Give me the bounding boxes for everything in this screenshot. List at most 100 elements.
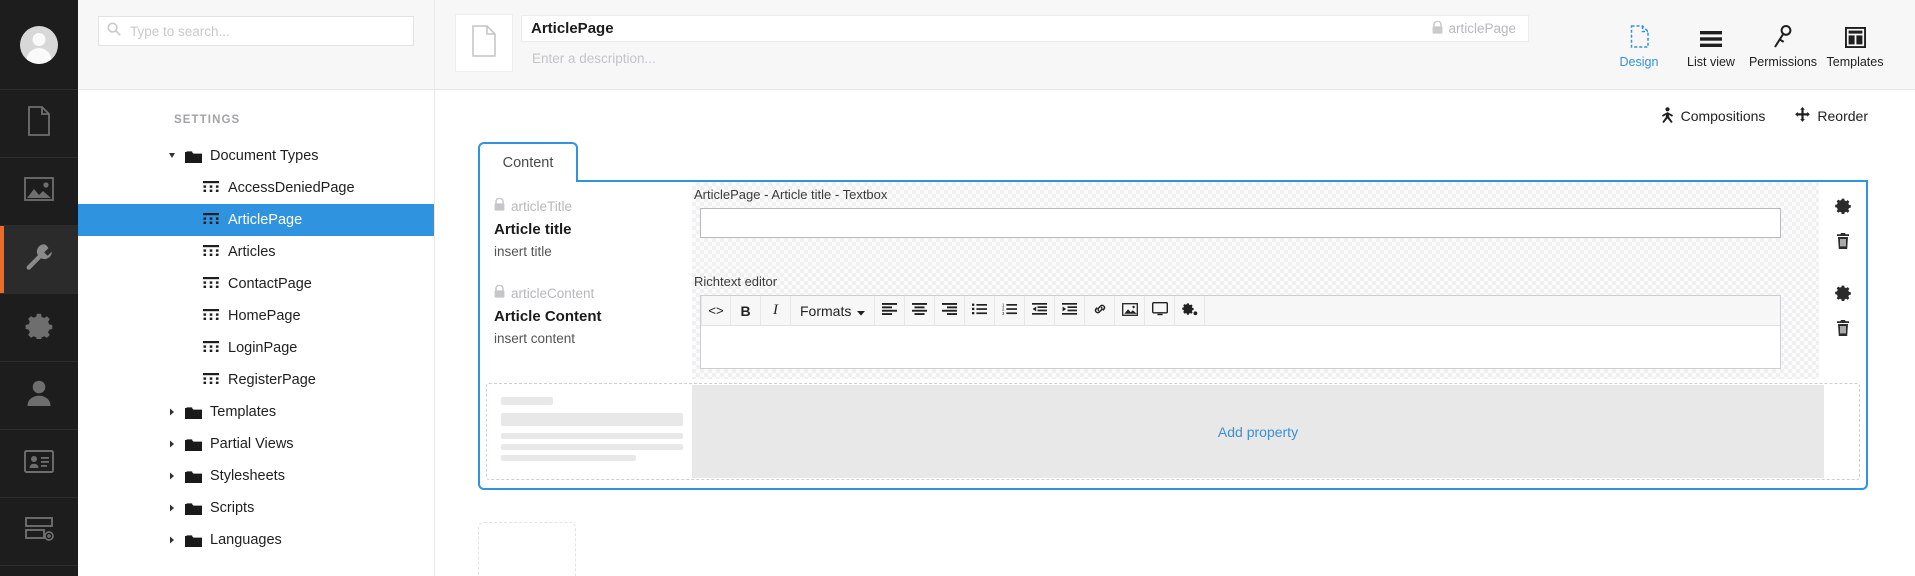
tree-item-loginpage[interactable]: LoginPage — [78, 332, 434, 364]
tree-item-registerpage[interactable]: RegisterPage — [78, 364, 434, 396]
tree-item-scripts[interactable]: Scripts — [78, 492, 434, 524]
settings-gear-icon[interactable] — [1834, 198, 1851, 219]
numbered-list-button[interactable]: 123 — [995, 295, 1026, 326]
document-outline-icon — [471, 24, 497, 62]
embed-button[interactable] — [1145, 295, 1176, 326]
chevron-right-icon[interactable] — [164, 408, 180, 416]
rail-item-forms[interactable] — [0, 498, 78, 566]
compositions-icon — [1661, 106, 1674, 126]
delete-trash-icon[interactable] — [1836, 233, 1850, 254]
tree-item-stylesheets[interactable]: Stylesheets — [78, 460, 434, 492]
property-meta[interactable]: articleTitle Article title insert title — [480, 182, 692, 269]
tab-permissions[interactable]: Permissions — [1747, 16, 1819, 69]
align-center-icon — [912, 303, 928, 318]
tab-list-view-label: List view — [1687, 55, 1735, 69]
italic-button[interactable]: I — [761, 295, 791, 326]
align-right-button[interactable] — [935, 295, 966, 326]
doctype-name-column: articlePage — [521, 12, 1603, 68]
bullet-list-button[interactable] — [965, 295, 996, 326]
skeleton-bar — [501, 433, 683, 439]
property-meta[interactable]: articleContent Article Content insert co… — [480, 269, 692, 379]
add-tab-placeholder[interactable] — [478, 522, 576, 576]
tree-item-accessdeniedpage[interactable]: AccessDeniedPage — [78, 172, 434, 204]
doctype-icon — [198, 213, 224, 227]
template-layout-icon — [1844, 24, 1866, 48]
add-property-row[interactable]: Add property — [486, 383, 1860, 480]
outdent-button[interactable] — [1025, 295, 1056, 326]
macro-button[interactable] — [1175, 295, 1206, 326]
doctype-icon-picker[interactable] — [455, 14, 513, 72]
bullet-list-icon — [972, 303, 988, 318]
add-property-link[interactable]: Add property — [1218, 424, 1298, 440]
property-editor-preview: Richtext editor <> B I Formats 1 2 3 — [692, 269, 1819, 379]
richtext-toolbar: <> B I Formats 1 2 3 — [701, 295, 1780, 326]
tree-item-homepage[interactable]: HomePage — [78, 300, 434, 332]
rail-item-content[interactable] — [0, 90, 78, 158]
property-name: Article Content — [494, 308, 602, 325]
tree-item-label: HomePage — [228, 308, 301, 324]
search-input[interactable] — [128, 22, 405, 40]
tab-templates[interactable]: Templates — [1819, 16, 1891, 69]
bold-button[interactable]: B — [731, 295, 761, 326]
tree-item-label: Scripts — [210, 500, 255, 516]
property-row: articleTitle Article title insert title … — [480, 182, 1866, 269]
richtext-editor: <> B I Formats 1 2 3 — [700, 295, 1781, 369]
tree-item-label: Languages — [210, 532, 282, 548]
source-code-button[interactable]: <> — [701, 295, 731, 326]
tab-design[interactable]: Design — [1603, 16, 1675, 69]
rail-item-settings[interactable] — [0, 226, 78, 294]
folder-icon — [180, 502, 206, 515]
rail-item-media[interactable] — [0, 158, 78, 226]
tree-item-partial-views[interactable]: Partial Views — [78, 428, 434, 460]
align-center-button[interactable] — [905, 295, 936, 326]
add-property-target[interactable]: Add property — [692, 385, 1824, 478]
reorder-label: Reorder — [1817, 108, 1868, 124]
folder-icon — [180, 406, 206, 419]
reorder-button[interactable]: Reorder — [1795, 107, 1868, 125]
tree-item-label: LoginPage — [228, 340, 298, 356]
doctype-icon — [198, 373, 224, 387]
tab-list-view[interactable]: List view — [1675, 16, 1747, 69]
skeleton-bar — [501, 455, 636, 461]
tree-search-area — [78, 0, 434, 90]
chevron-down-icon[interactable] — [164, 152, 180, 160]
tree-item-label: Document Types — [210, 148, 319, 164]
tree-item-contactpage[interactable]: ContactPage — [78, 268, 434, 300]
rail-item-members[interactable] — [0, 430, 78, 498]
tree-item-languages[interactable]: Languages — [78, 524, 434, 556]
link-button[interactable] — [1085, 295, 1116, 326]
property-name: Article title — [494, 221, 572, 238]
key-icon — [1773, 24, 1793, 48]
richtext-body[interactable] — [701, 326, 1780, 368]
avatar[interactable] — [0, 0, 78, 90]
delete-trash-icon[interactable] — [1836, 320, 1850, 341]
tab-content[interactable]: Content — [478, 142, 578, 182]
indent-button[interactable] — [1055, 295, 1086, 326]
tree-item-templates[interactable]: Templates — [78, 396, 434, 428]
tree-item-document-types[interactable]: Document Types — [78, 140, 434, 172]
insert-image-button[interactable] — [1115, 295, 1146, 326]
chevron-right-icon[interactable] — [164, 536, 180, 544]
tree-body: SETTINGS Document Types AccessDeniedPage — [78, 90, 434, 576]
property-editor-label: ArticlePage - Article title - Textbox — [694, 187, 888, 202]
search-box[interactable] — [98, 16, 414, 46]
rail-item-users[interactable] — [0, 362, 78, 430]
tree-item-articles[interactable]: Articles — [78, 236, 434, 268]
doctype-name-input[interactable] — [522, 16, 1423, 41]
compositions-button[interactable]: Compositions — [1661, 106, 1765, 126]
align-left-button[interactable] — [875, 295, 906, 326]
tree-item-articlepage[interactable]: ArticlePage — [78, 204, 434, 236]
chevron-right-icon[interactable] — [164, 440, 180, 448]
formats-dropdown[interactable]: Formats — [791, 295, 876, 326]
textbox-preview-input[interactable] — [700, 208, 1781, 238]
tree-item-label: Partial Views — [210, 436, 294, 452]
chevron-right-icon[interactable] — [164, 504, 180, 512]
rail-item-developer[interactable] — [0, 294, 78, 362]
user-avatar-icon — [20, 25, 58, 64]
italic-glyph: I — [773, 302, 778, 318]
chevron-right-icon[interactable] — [164, 472, 180, 480]
doctype-description-input[interactable] — [530, 50, 970, 67]
tab-permissions-label: Permissions — [1748, 55, 1818, 69]
doctype-alias-badge[interactable]: articlePage — [1422, 16, 1528, 41]
settings-gear-icon[interactable] — [1834, 285, 1851, 306]
